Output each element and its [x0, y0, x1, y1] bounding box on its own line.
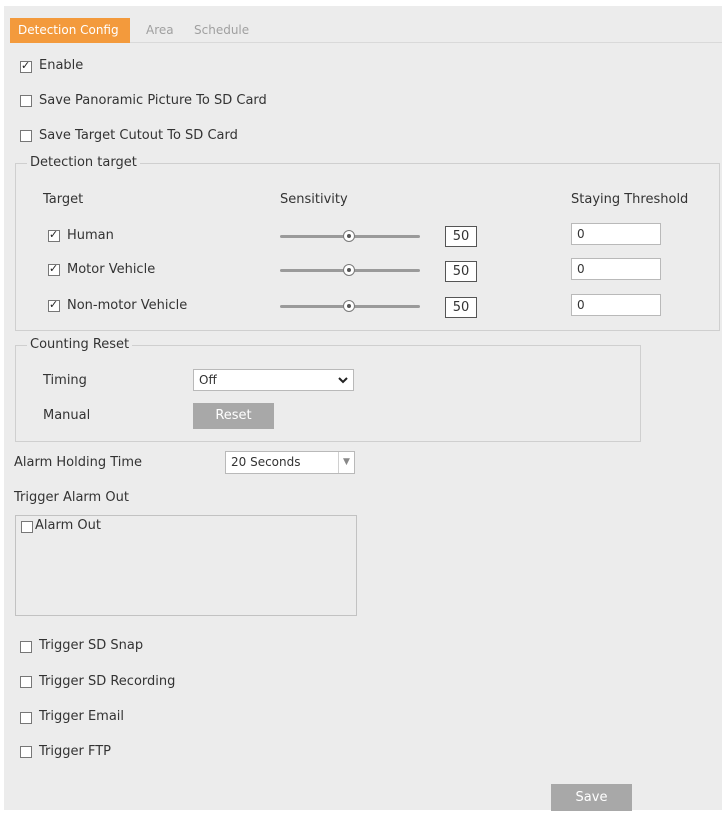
human-threshold-input[interactable]: 0 [571, 223, 661, 245]
human-checkbox[interactable] [48, 228, 60, 242]
sensitivity-column-header: Sensitivity [280, 192, 348, 207]
alarm-holding-time-label: Alarm Holding Time [14, 455, 143, 470]
trigger-email-label: Trigger Email [39, 709, 125, 724]
trigger-ftp-checkbox[interactable] [20, 746, 32, 758]
manual-label: Manual [43, 408, 91, 423]
alarm-holding-time-select[interactable]: 20 Seconds ▼ [225, 451, 355, 474]
chevron-down-icon [337, 370, 349, 396]
non-motor-vehicle-sensitivity-value: 50 [445, 297, 477, 318]
motor-vehicle-label: Motor Vehicle [67, 262, 156, 277]
motor-vehicle-sensitivity-handle[interactable] [343, 264, 355, 276]
tab-bar: Detection Config Area Schedule [10, 18, 722, 43]
human-sensitivity-handle[interactable] [343, 230, 355, 242]
reset-button[interactable]: Reset [193, 403, 274, 429]
non-motor-vehicle-threshold-input[interactable]: 0 [571, 294, 661, 316]
enable-checkbox[interactable] [20, 59, 32, 73]
trigger-alarm-out-label: Trigger Alarm Out [14, 490, 129, 505]
alarm-out-checkbox[interactable] [21, 521, 33, 533]
timing-label: Timing [43, 373, 87, 388]
non-motor-vehicle-label: Non-motor Vehicle [67, 298, 188, 313]
trigger-sd-snap-checkbox[interactable] [20, 641, 32, 653]
alarm-holding-time-value: 20 Seconds [231, 455, 301, 469]
motor-vehicle-sensitivity-value: 50 [445, 261, 477, 282]
motor-vehicle-checkbox[interactable] [48, 262, 60, 276]
trigger-sd-snap-label: Trigger SD Snap [39, 638, 144, 653]
motor-vehicle-threshold-input[interactable]: 0 [571, 258, 661, 280]
human-label: Human [67, 228, 114, 243]
save-button[interactable]: Save [551, 784, 632, 811]
counting-reset-legend: Counting Reset [27, 337, 133, 352]
dropdown-arrow-icon: ▼ [338, 452, 354, 473]
detection-target-legend: Detection target [27, 155, 140, 170]
trigger-email-checkbox[interactable] [20, 712, 32, 724]
counting-reset-group [15, 345, 641, 442]
trigger-ftp-label: Trigger FTP [39, 744, 111, 759]
trigger-sd-recording-checkbox[interactable] [20, 676, 32, 688]
save-target-cutout-checkbox[interactable] [20, 130, 32, 142]
save-panoramic-label: Save Panoramic Picture To SD Card [39, 93, 267, 108]
tab-schedule[interactable]: Schedule [186, 18, 257, 43]
human-sensitivity-value: 50 [445, 226, 477, 247]
alarm-out-label: Alarm Out [35, 518, 101, 533]
non-motor-vehicle-sensitivity-handle[interactable] [343, 300, 355, 312]
enable-label: Enable [39, 58, 84, 73]
timing-select[interactable]: Off [193, 369, 354, 391]
staying-threshold-column-header: Staying Threshold [571, 192, 689, 207]
tab-detection-config[interactable]: Detection Config [10, 18, 130, 43]
non-motor-vehicle-checkbox[interactable] [48, 298, 60, 312]
save-panoramic-checkbox[interactable] [20, 95, 32, 107]
save-target-cutout-label: Save Target Cutout To SD Card [39, 128, 238, 143]
tab-area[interactable]: Area [138, 18, 182, 43]
trigger-sd-recording-label: Trigger SD Recording [39, 674, 176, 689]
target-column-header: Target [43, 192, 84, 207]
timing-select-value: Off [199, 373, 217, 387]
